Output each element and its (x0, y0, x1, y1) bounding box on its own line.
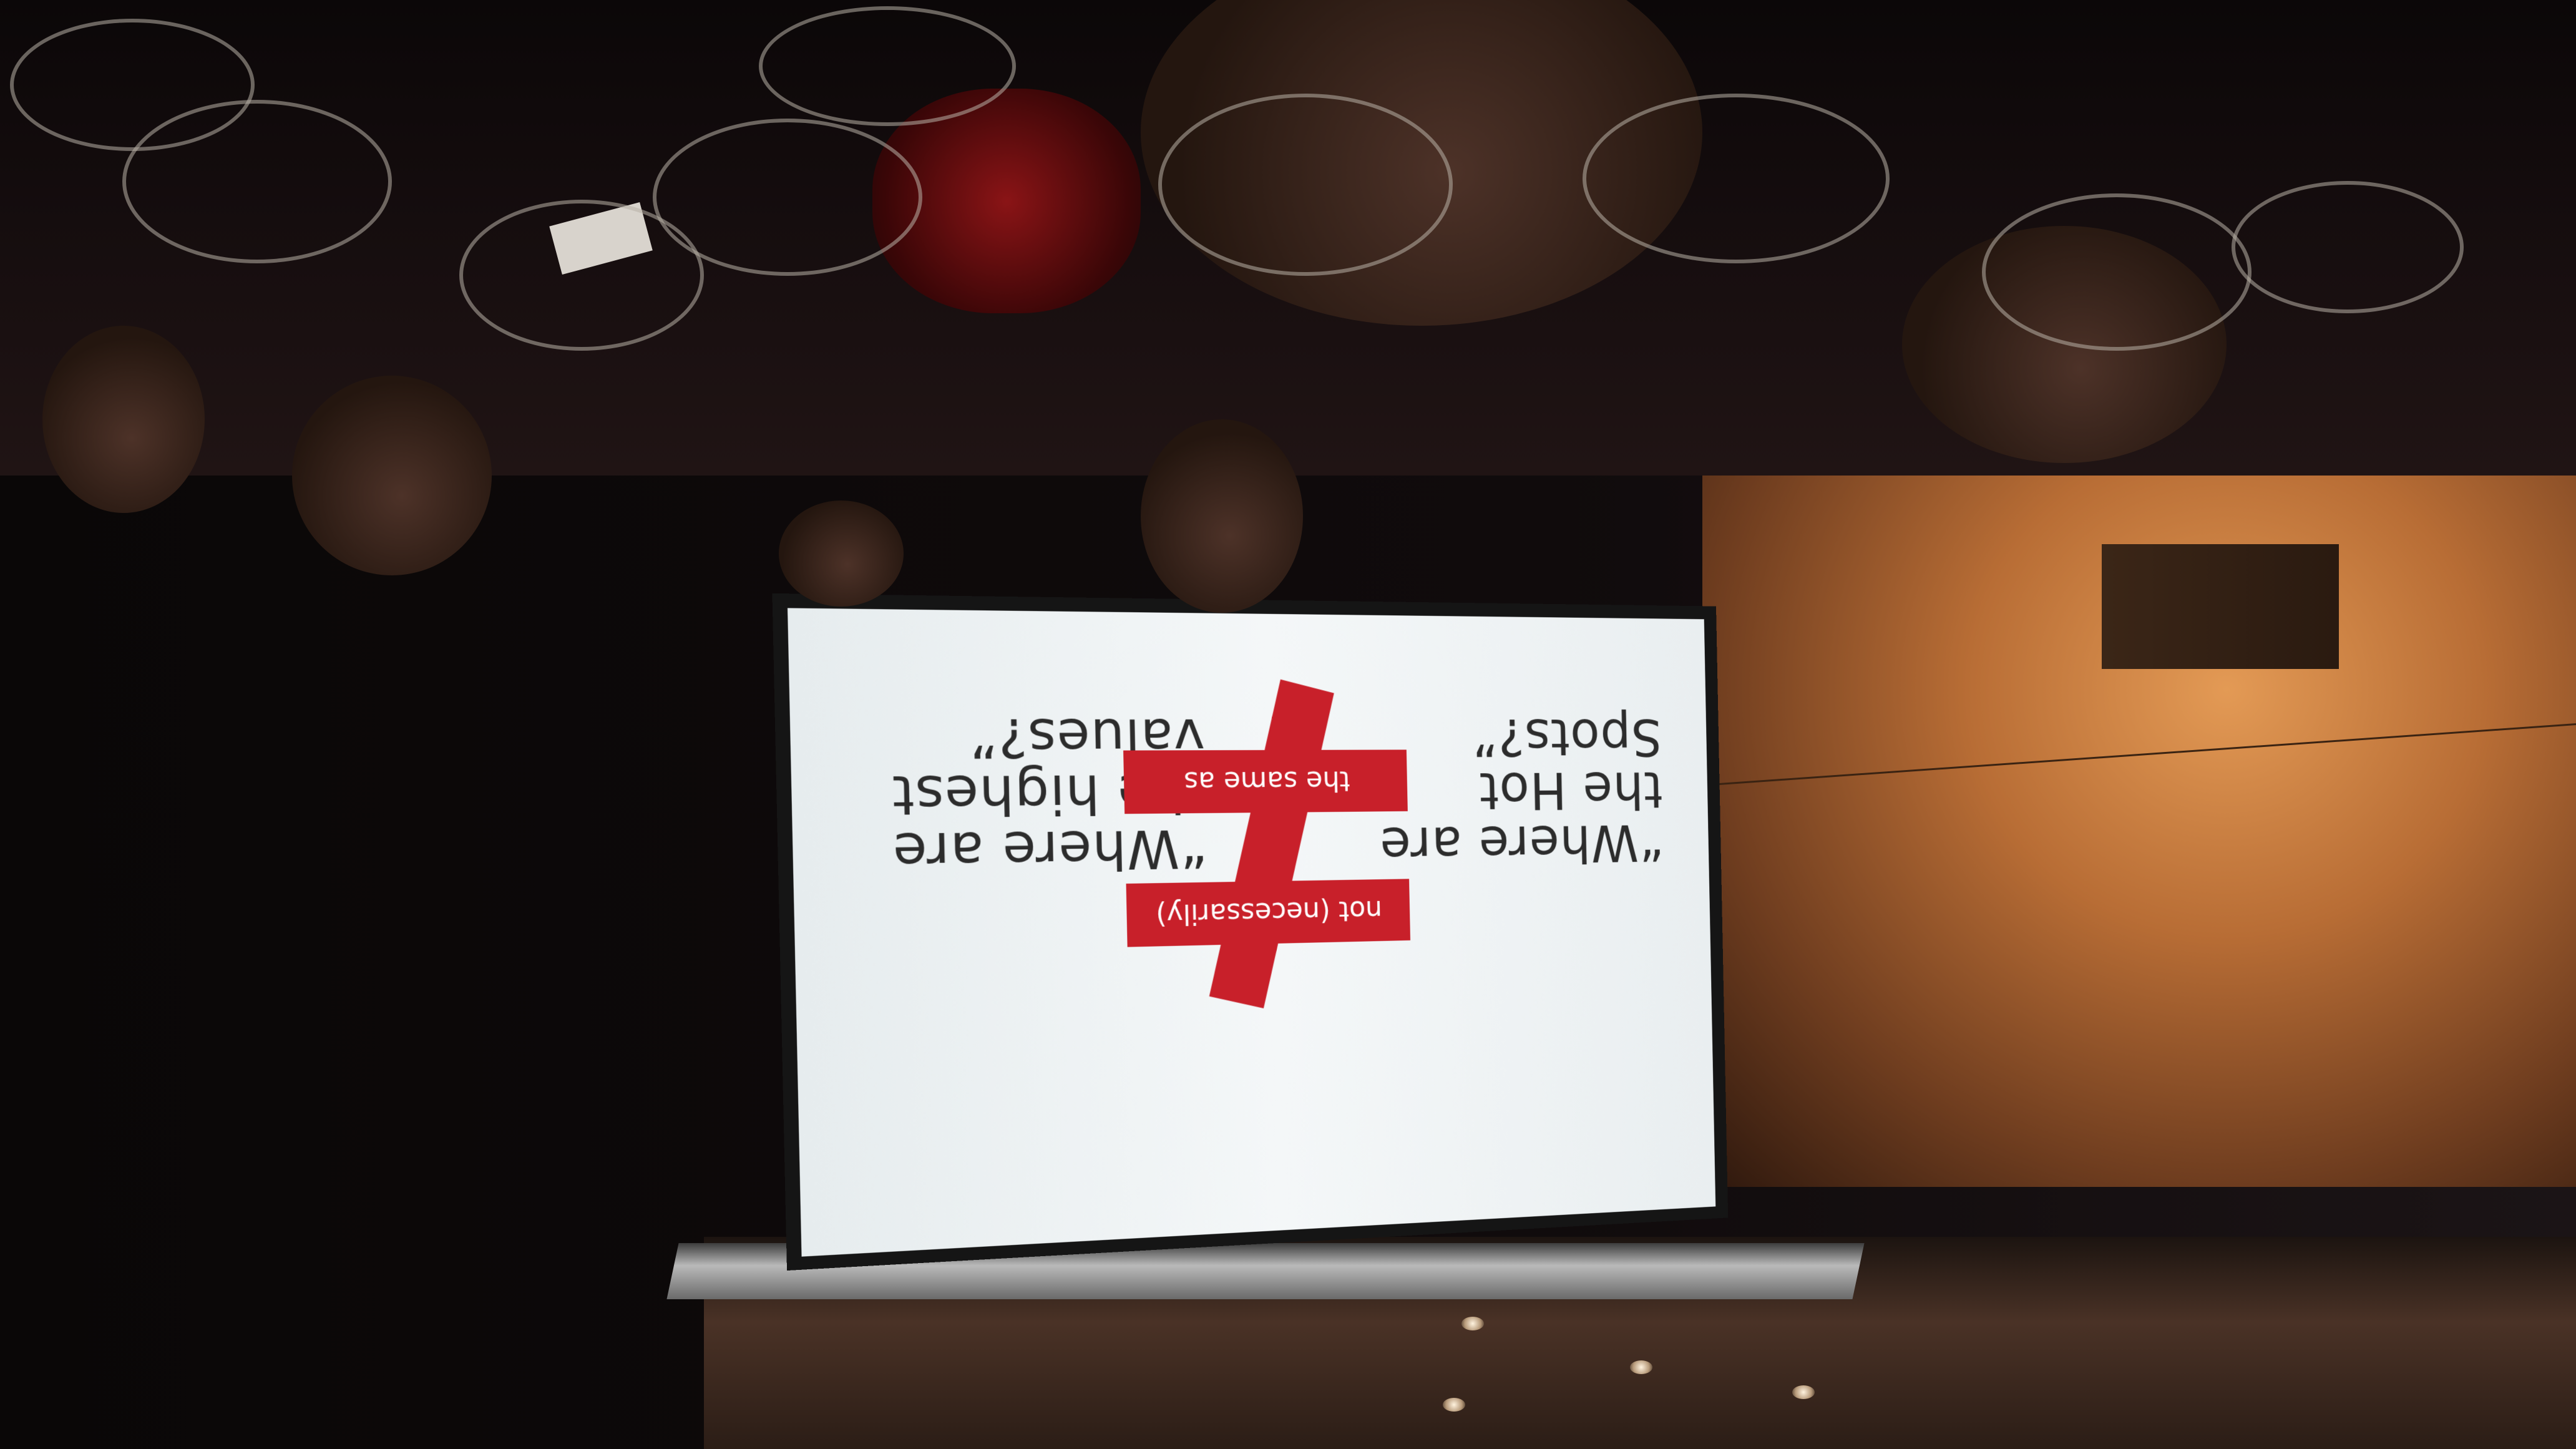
audience-head (779, 500, 904, 607)
chair-back-ring (759, 6, 1016, 126)
chair-back-ring (10, 19, 255, 151)
not-equal-bar-top: not (necessarily) (1126, 879, 1411, 947)
chair-back-ring (1583, 94, 1890, 263)
bar-bottom-text: the same as (1183, 764, 1350, 798)
ceiling-projector (2102, 544, 2339, 669)
audience-head (292, 376, 492, 575)
chair-back-ring (459, 200, 704, 351)
audience-head (42, 326, 205, 513)
chair-back-ring (1158, 94, 1453, 276)
projection-screen: “Where are the Hot Spots?” “Where are th… (787, 608, 1716, 1257)
floor-spotlight (1630, 1360, 1652, 1374)
photo-scene: “Where are the Hot Spots?” “Where are th… (0, 0, 2576, 1449)
bar-top-prefix: not (1338, 894, 1383, 927)
chair-back-ring (1982, 193, 2252, 351)
not-equal-sign: not (necessarily) the same as (1122, 679, 1412, 1008)
not-equal-slash (1209, 679, 1334, 1008)
not-equal-bar-bottom: the same as (1123, 749, 1408, 814)
floor-spotlight (1792, 1385, 1815, 1399)
floor-spotlight (1461, 1317, 1484, 1330)
chair-back-ring (2232, 181, 2464, 313)
projection-screen-frame: “Where are the Hot Spots?” “Where are th… (772, 593, 1729, 1271)
floor-spotlight (1443, 1398, 1465, 1412)
bar-top-paren: (necessarily) (1155, 895, 1331, 931)
audience-head (1141, 419, 1303, 613)
